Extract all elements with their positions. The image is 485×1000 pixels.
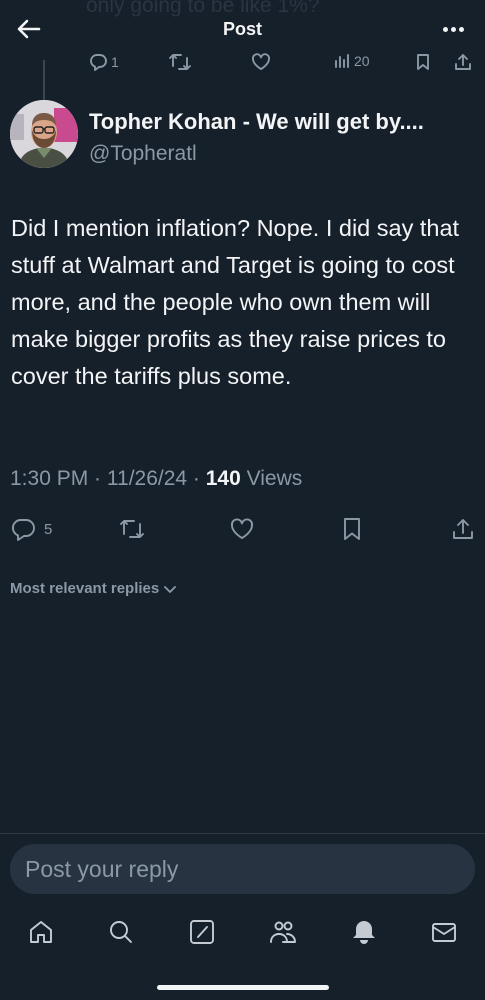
reply-icon	[12, 519, 35, 541]
post-date[interactable]: 11/26/24	[107, 467, 187, 490]
bottom-tab-bar	[0, 910, 485, 954]
parent-views-button[interactable]: 20	[333, 52, 370, 70]
home-icon	[30, 921, 52, 943]
heart-icon	[231, 518, 253, 539]
tab-communities[interactable]	[269, 918, 297, 946]
views-count: 140	[205, 467, 241, 490]
bookmark-icon	[417, 54, 429, 70]
author-handle[interactable]: @Topheratl	[89, 142, 197, 166]
share-icon	[453, 519, 473, 539]
messages-icon	[432, 923, 456, 942]
post-actions-bar: 5	[0, 514, 485, 546]
parent-tweet-actions: 1 20	[0, 50, 485, 76]
parent-repost-button[interactable]	[168, 52, 192, 72]
post-timestamp-and-views: 1:30 PM · 11/26/24 · 140 Views	[10, 467, 303, 490]
more-options-button[interactable]	[443, 27, 465, 33]
post-body-text: Did I mention inflation? Nope. I did say…	[11, 215, 460, 389]
parent-share-button[interactable]	[453, 52, 473, 72]
communities-icon	[270, 921, 296, 943]
views-label: Views	[246, 467, 303, 490]
parent-bookmark-button[interactable]	[414, 52, 432, 72]
reply-input[interactable]: Post your reply	[10, 844, 475, 894]
more-horizontal-icon	[443, 27, 448, 32]
tab-notifications[interactable]	[350, 918, 378, 946]
author-display-name[interactable]: Topher Kohan - We will get by....	[89, 109, 469, 135]
tab-messages[interactable]	[430, 918, 458, 946]
share-button[interactable]	[450, 516, 476, 542]
repost-button[interactable]	[118, 516, 146, 542]
composer-divider	[0, 833, 485, 834]
thread-connector-line	[43, 60, 45, 100]
reply-placeholder: Post your reply	[25, 855, 179, 882]
repost-icon	[120, 520, 144, 538]
bookmark-icon	[344, 518, 360, 540]
page-title: Post	[222, 19, 262, 39]
tab-home[interactable]	[27, 918, 55, 946]
parent-view-count: 20	[354, 53, 370, 69]
search-icon	[110, 921, 132, 943]
post-time[interactable]: 1:30 PM	[10, 467, 88, 490]
heart-icon	[252, 53, 270, 70]
parent-reply-count: 1	[111, 54, 119, 70]
repost-icon	[169, 54, 191, 70]
chevron-down-icon	[164, 585, 177, 593]
bookmark-button[interactable]	[340, 516, 364, 542]
reply-button[interactable]: 5	[10, 516, 52, 542]
tab-search[interactable]	[107, 918, 135, 946]
top-navigation-bar: Post	[0, 0, 485, 56]
analytics-icon	[335, 54, 349, 68]
tab-grok[interactable]	[188, 918, 216, 946]
grok-icon	[190, 920, 214, 944]
home-indicator	[157, 985, 329, 990]
share-icon	[455, 54, 471, 70]
avatar[interactable]	[10, 100, 78, 168]
parent-like-button[interactable]	[250, 52, 272, 72]
reply-sort-dropdown[interactable]: Most relevant replies	[10, 580, 177, 597]
reply-icon	[90, 54, 107, 71]
parent-reply-button[interactable]: 1	[88, 52, 119, 72]
reply-sort-label: Most relevant replies	[10, 580, 160, 597]
reply-count: 5	[44, 520, 53, 538]
notifications-icon	[353, 921, 375, 944]
like-button[interactable]	[229, 516, 255, 542]
